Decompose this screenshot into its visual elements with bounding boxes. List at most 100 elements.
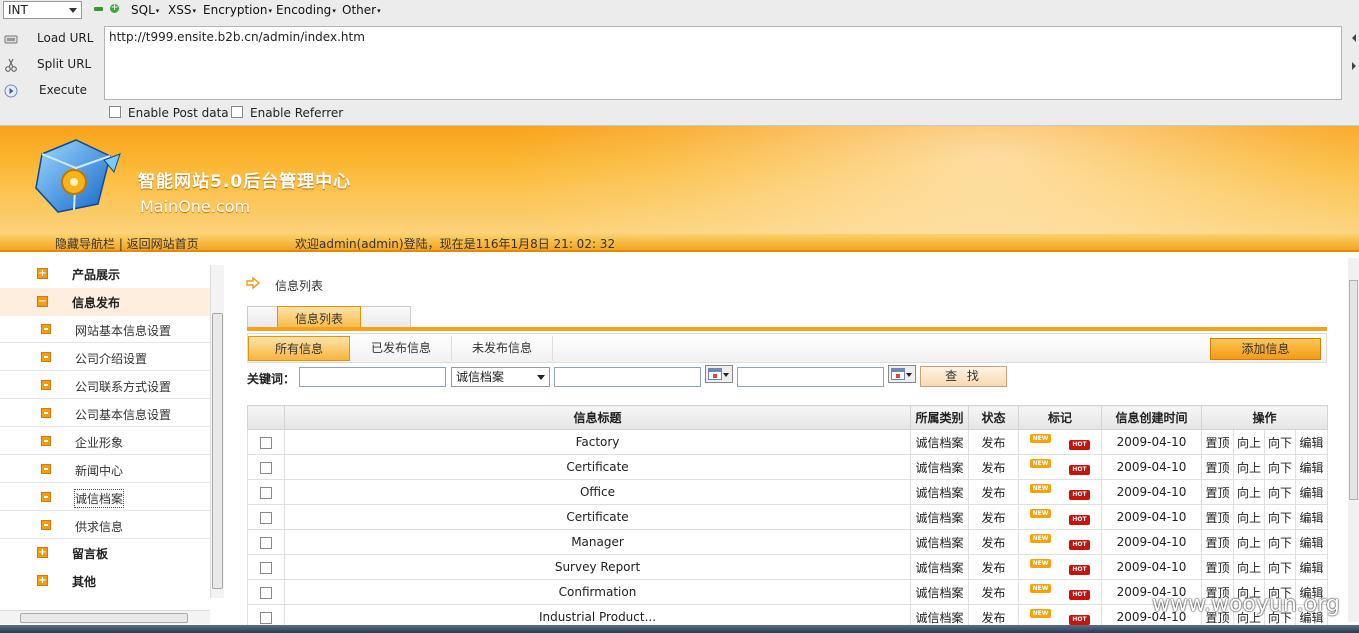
edit-link[interactable]: 编辑 [1294, 429, 1329, 455]
split-url-button[interactable]: Split URL [0, 54, 100, 76]
pin-top-link[interactable]: 置顶 [1201, 554, 1234, 580]
row-checkbox[interactable] [260, 586, 272, 599]
page-vertical-scrollbar[interactable] [1348, 258, 1359, 622]
expand-icon: + [37, 547, 48, 558]
row-checkbox[interactable] [260, 611, 272, 624]
pin-top-link[interactable]: 置顶 [1201, 529, 1234, 555]
move-up-link[interactable]: 向上 [1233, 479, 1265, 505]
caret-icon: ▾ [155, 6, 160, 15]
keyword-input[interactable] [299, 367, 446, 387]
encoding-type-select[interactable]: INT [3, 1, 82, 19]
row-checkbox[interactable] [260, 486, 272, 499]
calendar-icon[interactable] [705, 365, 733, 383]
filter-tab-published[interactable]: 已发布信息 [351, 336, 452, 361]
search-button[interactable]: 查 找 [920, 366, 1007, 387]
hot-badge[interactable]: HOT [1069, 565, 1090, 575]
new-badge[interactable]: NEW [1030, 508, 1051, 518]
checkbox-box[interactable] [109, 106, 121, 118]
add-info-button[interactable]: 添加信息 [1210, 338, 1321, 360]
row-checkbox[interactable] [260, 536, 272, 549]
sidebar-item-other[interactable]: + 其他 [0, 567, 210, 595]
decrease-icon[interactable] [94, 7, 103, 11]
edit-link[interactable]: 编辑 [1294, 554, 1329, 580]
url-scroll-arrows[interactable] [1349, 26, 1359, 100]
move-up-link[interactable]: 向上 [1233, 529, 1265, 555]
menu-other[interactable]: Other▾ [342, 2, 381, 19]
hot-badge[interactable]: HOT [1069, 490, 1090, 500]
category-select[interactable]: 诚信档案 [451, 367, 550, 387]
new-badge[interactable]: NEW [1030, 483, 1051, 493]
checkbox-box[interactable] [231, 106, 243, 118]
sidebar-subitem-site-settings[interactable]: 网站基本信息设置 [0, 315, 210, 343]
move-up-link[interactable]: 向上 [1233, 429, 1265, 455]
move-down-link[interactable]: 向下 [1264, 429, 1296, 455]
new-badge[interactable]: NEW [1030, 458, 1051, 468]
url-textarea[interactable]: http://t999.ensite.b2b.cn/admin/index.ht… [104, 26, 1342, 100]
hot-badge[interactable]: HOT [1069, 590, 1090, 600]
execute-button[interactable]: Execute [0, 80, 100, 102]
menu-xss[interactable]: XSS▾ [168, 2, 196, 19]
date-to-input[interactable] [737, 367, 884, 387]
menu-sql[interactable]: SQL▾ [131, 2, 159, 19]
move-down-link[interactable]: 向下 [1264, 504, 1296, 530]
hot-badge[interactable]: HOT [1069, 465, 1090, 475]
sidebar-vertical-scrollbar[interactable] [210, 265, 224, 598]
scrollbar-thumb[interactable] [20, 613, 188, 623]
edit-link[interactable]: 编辑 [1294, 504, 1329, 530]
menu-encryption[interactable]: Encryption▾ [203, 2, 272, 19]
sidebar-subitem-news[interactable]: 新闻中心 [0, 455, 210, 483]
pin-top-link[interactable]: 置顶 [1201, 504, 1234, 530]
increase-icon[interactable]: + [110, 4, 119, 13]
new-badge[interactable]: NEW [1030, 583, 1051, 593]
date-from-input[interactable] [554, 367, 701, 387]
move-down-link[interactable]: 向下 [1264, 554, 1296, 580]
new-badge[interactable]: NEW [1030, 608, 1051, 618]
move-down-link[interactable]: 向下 [1264, 479, 1296, 505]
hot-badge[interactable]: HOT [1069, 615, 1090, 625]
load-url-button[interactable]: Load URL [0, 28, 100, 50]
new-badge[interactable]: NEW [1030, 558, 1051, 568]
scrollbar-thumb[interactable] [1349, 280, 1358, 500]
chevron-down-icon [723, 373, 729, 377]
sidebar-subitem-credit-file[interactable]: 诚信档案 [0, 483, 210, 511]
hot-badge[interactable]: HOT [1069, 540, 1090, 550]
sidebar-subitem-corporate-image[interactable]: 企业形象 [0, 427, 210, 455]
edit-link[interactable]: 编辑 [1294, 454, 1329, 480]
pin-top-link[interactable]: 置顶 [1201, 479, 1234, 505]
hot-badge[interactable]: HOT [1069, 515, 1090, 525]
header-nav-links[interactable]: 隐藏导航栏 | 返回网站首页 [55, 235, 199, 252]
row-checkbox[interactable] [260, 561, 272, 574]
filter-tab-all[interactable]: 所有信息 [248, 336, 350, 361]
filter-tab-unpublished[interactable]: 未发布信息 [452, 336, 553, 361]
move-down-link[interactable]: 向下 [1264, 454, 1296, 480]
move-up-link[interactable]: 向上 [1233, 554, 1265, 580]
menu-encoding[interactable]: Encoding▾ [276, 2, 336, 19]
sidebar-horizontal-scrollbar[interactable] [0, 610, 210, 624]
move-down-link[interactable]: 向下 [1264, 529, 1296, 555]
new-badge[interactable]: NEW [1030, 433, 1051, 443]
sidebar-subitem-company-contact[interactable]: 公司联系方式设置 [0, 371, 210, 399]
hot-badge[interactable]: HOT [1069, 440, 1090, 450]
row-select-cell [247, 579, 285, 605]
scrollbar-thumb[interactable] [212, 313, 223, 589]
sidebar-subitem-supply-demand[interactable]: 供求信息 [0, 511, 210, 539]
pin-top-link[interactable]: 置顶 [1201, 429, 1234, 455]
row-checkbox[interactable] [260, 461, 272, 474]
row-checkbox[interactable] [260, 511, 272, 524]
table-header-row: 信息标题 所属类别 状态 标记 信息创建时间 操作 [247, 405, 1329, 430]
split-url-label: Split URL [37, 57, 92, 71]
edit-link[interactable]: 编辑 [1294, 479, 1329, 505]
sidebar-item-info-publish[interactable]: − 信息发布 [0, 288, 210, 316]
row-checkbox[interactable] [260, 436, 272, 449]
move-up-link[interactable]: 向上 [1233, 504, 1265, 530]
sidebar-subitem-company-intro[interactable]: 公司介绍设置 [0, 343, 210, 371]
edit-link[interactable]: 编辑 [1294, 529, 1329, 555]
calendar-glyph [891, 368, 905, 380]
sidebar-item-products[interactable]: + 产品展示 [0, 260, 210, 288]
move-up-link[interactable]: 向上 [1233, 454, 1265, 480]
new-badge[interactable]: NEW [1030, 533, 1051, 543]
sidebar-subitem-company-basic[interactable]: 公司基本信息设置 [0, 399, 210, 427]
pin-top-link[interactable]: 置顶 [1201, 454, 1234, 480]
calendar-icon[interactable] [888, 365, 916, 383]
sidebar-item-guestbook[interactable]: + 留言板 [0, 539, 210, 567]
